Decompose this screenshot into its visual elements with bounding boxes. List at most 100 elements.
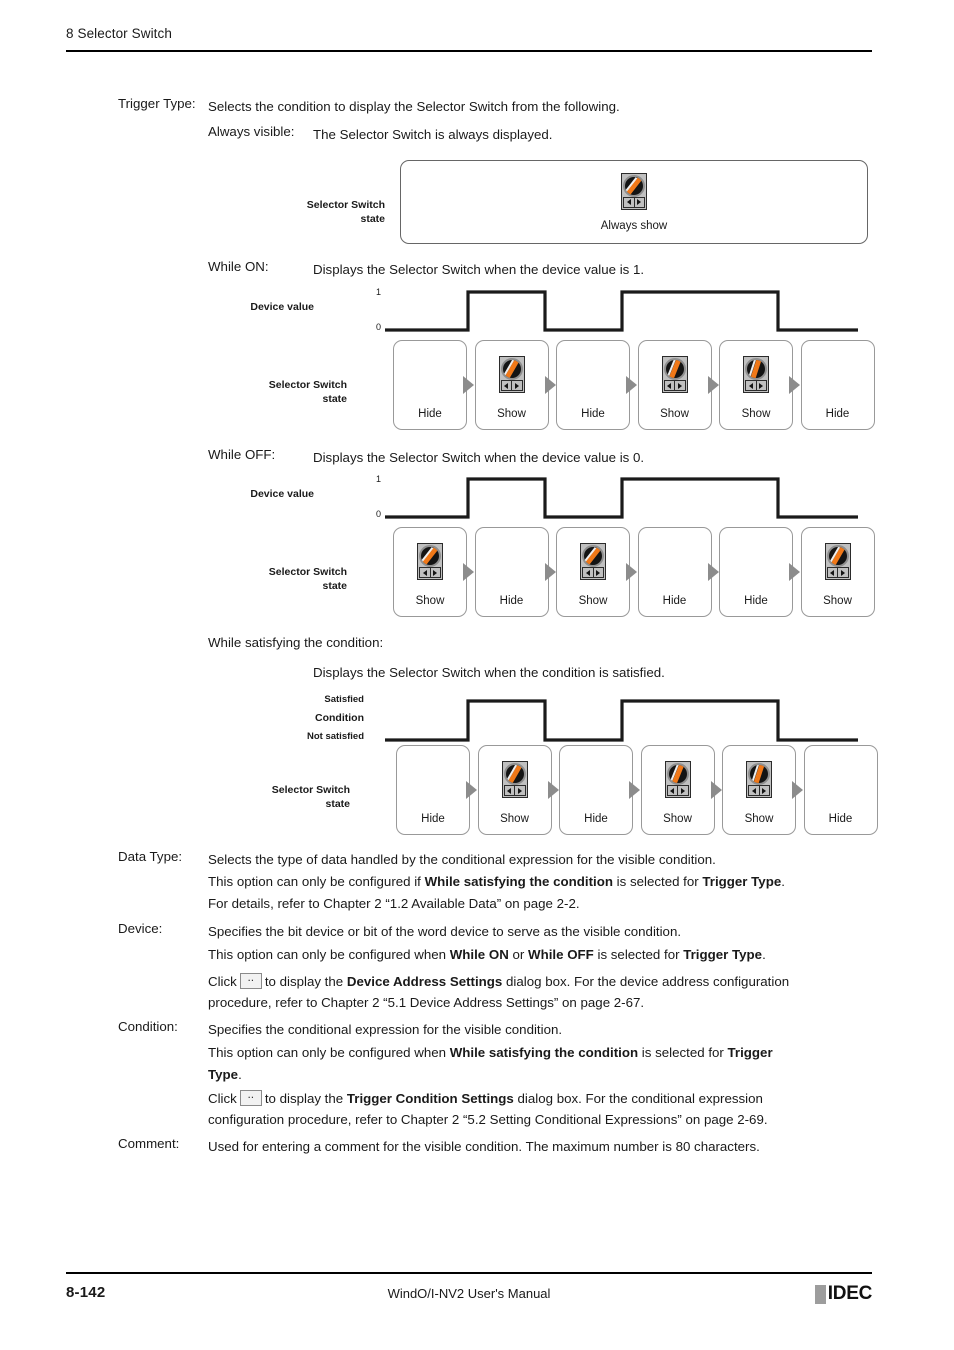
- cell-switch-holder: [639, 528, 711, 595]
- switch-left-arrow-button[interactable]: [500, 380, 511, 391]
- switch-left-arrow-button[interactable]: [623, 196, 634, 208]
- switch-left-arrow-button[interactable]: [582, 567, 593, 578]
- switch-right-arrow-button[interactable]: [674, 380, 686, 391]
- cell-switch-holder: [802, 528, 874, 595]
- cell-switch-holder: [557, 528, 629, 595]
- cell-switch-holder: [476, 528, 548, 595]
- term-always-visible: Always visible:: [208, 124, 295, 139]
- timeline-cell: Show: [637, 340, 712, 430]
- cell-state-label: Hide: [584, 813, 608, 825]
- idec-logo: IDEC: [814, 1283, 872, 1305]
- switch-right-arrow-button[interactable]: [755, 380, 767, 391]
- triangle-left-icon: [422, 569, 427, 576]
- desc-always-visible: The Selector Switch is always displayed.: [313, 127, 553, 142]
- desc-data-type-2: This option can only be configured if Wh…: [208, 874, 785, 889]
- switch-left-arrow-button[interactable]: [666, 785, 677, 796]
- triangle-right-icon: [680, 787, 685, 794]
- cell-switch-holder: [723, 746, 795, 813]
- desc-condition-3: Type.: [208, 1067, 242, 1082]
- switch-right-arrow-button[interactable]: [429, 567, 441, 578]
- flow-arrow-icon: [544, 376, 556, 394]
- flow-arrow-icon: [544, 563, 556, 581]
- timeline-cell: Hide: [396, 745, 470, 835]
- ellipsis-browse-button[interactable]: [239, 969, 262, 989]
- knob-area: [666, 763, 689, 785]
- flow-arrow-icon: [547, 781, 559, 799]
- switch-right-arrow-button[interactable]: [677, 785, 689, 796]
- switch-right-arrow-button[interactable]: [837, 567, 849, 578]
- knob-area: [582, 545, 604, 567]
- knob-icon: [419, 545, 441, 567]
- switch-right-arrow-button[interactable]: [514, 785, 526, 796]
- desc-device-3: Clickto display the Device Address Setti…: [208, 969, 928, 993]
- cell-state-label: Show: [500, 813, 529, 825]
- cell-switch-holder: [560, 746, 632, 813]
- selector-switch-widget: [664, 761, 691, 798]
- switch-left-arrow-button[interactable]: [503, 785, 514, 796]
- while-off-tick-low: 0: [375, 509, 381, 519]
- cell-switch-holder: [479, 746, 551, 813]
- knob-area: [748, 763, 770, 785]
- switch-left-arrow-button[interactable]: [826, 567, 837, 578]
- flow-arrow-icon: [789, 563, 800, 581]
- cell-state-label: Hide: [418, 408, 442, 420]
- timeline-cell: Hide: [800, 340, 875, 430]
- triangle-right-icon: [677, 382, 682, 389]
- switch-right-arrow-button[interactable]: [758, 785, 770, 796]
- cell-switch-holder: [720, 341, 792, 408]
- knob-icon: [666, 763, 689, 785]
- selector-switch-widget: [746, 761, 772, 798]
- desc-data-type-1: Selects the type of data handled by the …: [208, 852, 716, 867]
- desc-condition-4: Clickto display the Trigger Condition Se…: [208, 1086, 928, 1110]
- switch-left-arrow-button[interactable]: [748, 785, 759, 796]
- triangle-left-icon: [507, 787, 512, 794]
- switch-right-arrow-button[interactable]: [511, 380, 523, 391]
- desc-while-off: Displays the Selector Switch when the de…: [313, 450, 645, 465]
- switch-left-arrow-button[interactable]: [419, 567, 430, 578]
- term-trigger-type: Trigger Type:: [118, 96, 196, 111]
- cell-switch-holder: [802, 341, 874, 408]
- flow-arrow-icon: [626, 563, 637, 581]
- triangle-left-icon: [504, 382, 509, 389]
- switch-left-arrow-button[interactable]: [745, 380, 756, 391]
- switch-right-arrow-button[interactable]: [592, 567, 604, 578]
- switch-left-arrow-button[interactable]: [663, 380, 674, 391]
- selector-switch-widget: [580, 543, 606, 580]
- cell-state-label: Hide: [499, 595, 524, 607]
- knob-area: [500, 358, 523, 380]
- selector-switch-widget: [824, 543, 851, 580]
- timeline-cell: Hide: [474, 527, 549, 617]
- ellipsis-browse-button-2[interactable]: [239, 1086, 262, 1106]
- while-off-axis-label: Device value: [250, 488, 314, 500]
- triangle-left-icon: [626, 199, 631, 205]
- flow-arrow-icon: [792, 781, 803, 799]
- switch-right-arrow-button[interactable]: [633, 196, 645, 208]
- term-data-type: Data Type:: [118, 849, 183, 864]
- selector-switch-widget: [501, 761, 528, 798]
- triangle-left-icon: [830, 569, 835, 576]
- always-visible-box: Always show: [400, 160, 868, 244]
- desc-condition-5: configuration procedure, refer to Chapte…: [208, 1112, 768, 1127]
- knob-icon: [745, 358, 767, 380]
- cell-state-label: Hide: [662, 595, 687, 607]
- triangle-left-icon: [748, 382, 753, 389]
- desc-while-on: Displays the Selector Switch when the de…: [313, 262, 645, 277]
- flow-arrow-icon: [710, 781, 722, 799]
- cell-state-label: Show: [663, 813, 692, 825]
- triangle-left-icon: [751, 787, 756, 794]
- flow-arrow-icon: [707, 376, 719, 394]
- triangle-right-icon: [759, 382, 764, 389]
- logo-square-icon: [814, 1284, 826, 1304]
- always-show-caption: Always show: [600, 219, 668, 232]
- cell-state-label: Show: [497, 408, 526, 420]
- while-on-state-label: Selector Switch state: [268, 379, 347, 405]
- timeline-cell: Hide: [803, 745, 878, 835]
- timeline-cell: Show: [474, 340, 549, 430]
- cell-switch-holder: [394, 528, 466, 595]
- cell-state-label: Show: [415, 595, 445, 607]
- while-off-state-label: Selector Switch state: [268, 566, 347, 592]
- desc-device-4: procedure, refer to Chapter 2 “5.1 Devic…: [208, 995, 645, 1010]
- timeline-cell: Hide: [559, 745, 633, 835]
- condition-tick-low: Not satisfied: [306, 731, 364, 742]
- timeline-cell: Show: [477, 745, 552, 835]
